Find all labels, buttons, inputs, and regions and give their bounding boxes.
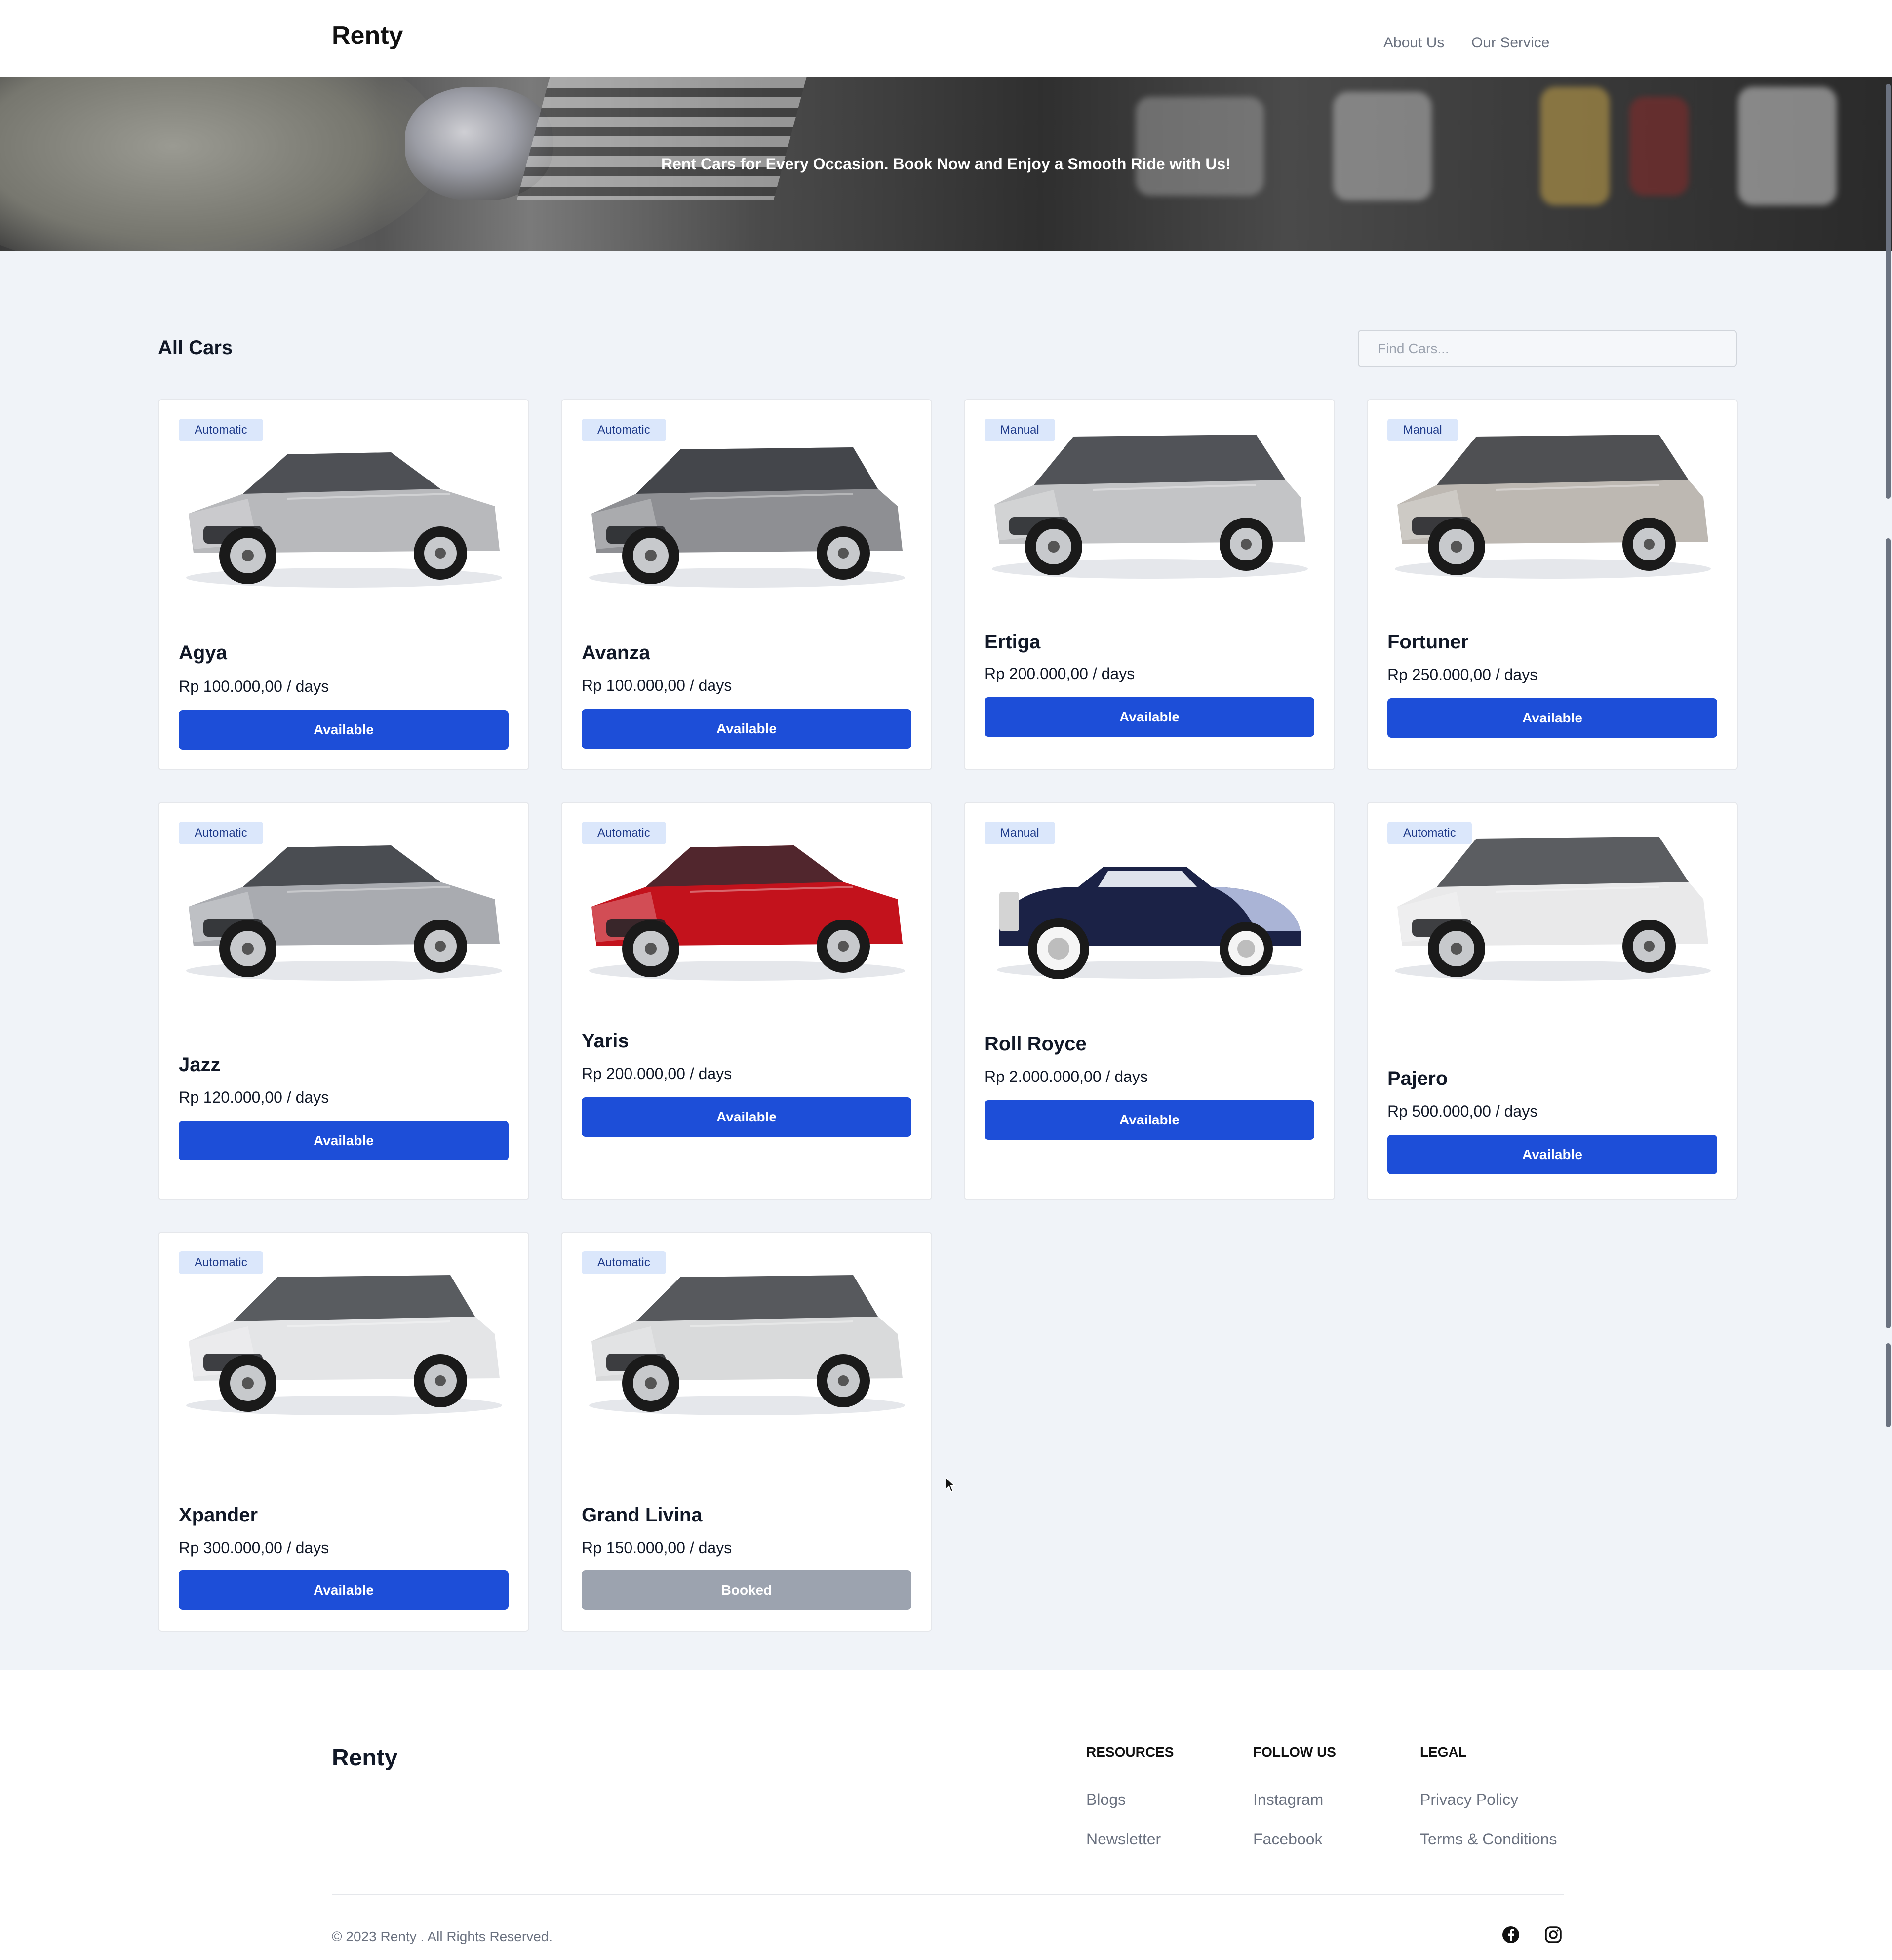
search-input[interactable]: [1358, 330, 1737, 367]
top-navbar: Renty About Us Our Service: [0, 0, 1892, 77]
hero-bg-grill: [516, 77, 807, 200]
car-name: Pajero: [1387, 1068, 1448, 1089]
car-name: Jazz: [179, 1054, 221, 1076]
transmission-badge: Automatic: [582, 419, 666, 441]
car-image: [589, 1275, 905, 1415]
footer-link-facebook[interactable]: Facebook: [1253, 1830, 1323, 1848]
transmission-badge: Automatic: [582, 822, 666, 844]
car-card[interactable]: Automatic Avanza Rp 100.000,00 / days Avail…: [561, 399, 932, 770]
car-card[interactable]: Automatic Yaris Rp 200.000,00 / days Availa…: [561, 802, 932, 1200]
footer-brand: Renty: [332, 1745, 398, 1771]
car-price: Rp 100.000,00 / days: [582, 677, 732, 694]
scrollbar[interactable]: [1884, 0, 1892, 1960]
available-button[interactable]: Available: [179, 710, 509, 750]
instagram-icon[interactable]: [1543, 1925, 1563, 1945]
car-card[interactable]: Manual Fortuner Rp 250.000,00 / days Availa…: [1367, 399, 1738, 770]
available-button[interactable]: Available: [582, 709, 911, 749]
car-image: [186, 452, 502, 588]
footer-divider: [332, 1894, 1564, 1895]
car-image: [186, 1275, 502, 1415]
car-price: Rp 500.000,00 / days: [1387, 1102, 1538, 1120]
footer-link-newsletter[interactable]: Newsletter: [1086, 1830, 1161, 1848]
car-price: Rp 200.000,00 / days: [582, 1065, 732, 1082]
booked-button[interactable]: Booked: [582, 1570, 911, 1610]
car-card[interactable]: Manual Ertiga Rp 200.000,00 / days Availabl…: [964, 399, 1335, 770]
car-name: Roll Royce: [985, 1033, 1087, 1055]
transmission-badge: Manual: [985, 822, 1055, 844]
section-title: All Cars: [158, 337, 233, 359]
footer: Renty RESOURCES Blogs Newsletter FOLLOW …: [0, 1670, 1892, 1960]
car-card[interactable]: Automatic Xpander Rp 300.000,00 / days Avai…: [158, 1232, 529, 1632]
car-card[interactable]: Automatic Grand Livina Rp 150.000,00 / day…: [561, 1232, 932, 1632]
facebook-icon[interactable]: [1501, 1925, 1521, 1945]
hero-banner: Rent Cars for Every Occasion. Book Now a…: [0, 77, 1892, 251]
car-name: Grand Livina: [582, 1504, 703, 1526]
available-button[interactable]: Available: [179, 1570, 509, 1610]
mouse-cursor-icon: [946, 1477, 956, 1493]
footer-col-resources-title: RESOURCES: [1086, 1744, 1174, 1760]
car-image: [589, 447, 905, 588]
car-card[interactable]: Manual Roll Royce Rp 2.000.000,00 / days Av…: [964, 802, 1335, 1200]
scrollbar-thumb[interactable]: [1886, 1343, 1891, 1427]
car-price: Rp 200.000,00 / days: [985, 665, 1135, 682]
scrollbar-thumb[interactable]: [1886, 84, 1891, 499]
transmission-badge: Automatic: [582, 1251, 666, 1274]
car-price: Rp 150.000,00 / days: [582, 1539, 732, 1557]
available-button[interactable]: Available: [1387, 1135, 1717, 1174]
nav-about-us[interactable]: About Us: [1383, 35, 1444, 51]
transmission-badge: Automatic: [179, 419, 263, 441]
transmission-badge: Manual: [985, 419, 1055, 441]
hero-bg-bokeh: [1629, 97, 1689, 196]
hero-bg-bokeh: [1540, 87, 1610, 205]
car-card[interactable]: Automatic Jazz Rp 120.000,00 / days Availab…: [158, 802, 529, 1200]
hero-bg-bokeh: [1136, 97, 1264, 196]
car-name: Yaris: [582, 1030, 629, 1052]
car-price: Rp 250.000,00 / days: [1387, 666, 1538, 683]
car-card[interactable]: Automatic Agya Rp 100.000,00 / days Availab…: [158, 399, 529, 770]
car-name: Xpander: [179, 1504, 258, 1526]
hero-bg-bokeh: [1738, 87, 1837, 205]
car-name: Fortuner: [1387, 631, 1469, 653]
footer-link-terms[interactable]: Terms & Conditions: [1420, 1830, 1557, 1848]
car-price: Rp 300.000,00 / days: [179, 1539, 329, 1557]
available-button[interactable]: Available: [985, 697, 1314, 737]
car-name: Agya: [179, 642, 227, 664]
nav-our-service[interactable]: Our Service: [1471, 35, 1549, 51]
hero-bg-bokeh: [1333, 92, 1432, 200]
available-button[interactable]: Available: [1387, 698, 1717, 738]
footer-link-blogs[interactable]: Blogs: [1086, 1791, 1126, 1809]
available-button[interactable]: Available: [985, 1100, 1314, 1140]
car-card[interactable]: Automatic Pajero Rp 500.000,00 / days Avail…: [1367, 802, 1738, 1200]
scrollbar-thumb[interactable]: [1886, 538, 1891, 1328]
footer-link-privacy[interactable]: Privacy Policy: [1420, 1791, 1518, 1809]
car-price: Rp 120.000,00 / days: [179, 1088, 329, 1106]
car-price: Rp 2.000.000,00 / days: [985, 1068, 1148, 1085]
footer-col-follow-title: FOLLOW US: [1253, 1744, 1336, 1760]
transmission-badge: Automatic: [1387, 822, 1472, 844]
transmission-badge: Automatic: [179, 1251, 263, 1274]
footer-col-legal-title: LEGAL: [1420, 1744, 1467, 1760]
footer-link-instagram[interactable]: Instagram: [1253, 1791, 1323, 1809]
hero-tagline: Rent Cars for Every Occasion. Book Now a…: [661, 155, 1231, 173]
available-button[interactable]: Available: [179, 1121, 509, 1160]
brand-logo[interactable]: Renty: [332, 21, 403, 50]
car-name: Ertiga: [985, 631, 1041, 653]
footer-copyright: © 2023 Renty . All Rights Reserved.: [332, 1929, 553, 1944]
car-name: Avanza: [582, 642, 650, 664]
transmission-badge: Manual: [1387, 419, 1458, 441]
transmission-badge: Automatic: [179, 822, 263, 844]
available-button[interactable]: Available: [582, 1097, 911, 1137]
car-price: Rp 100.000,00 / days: [179, 678, 329, 695]
